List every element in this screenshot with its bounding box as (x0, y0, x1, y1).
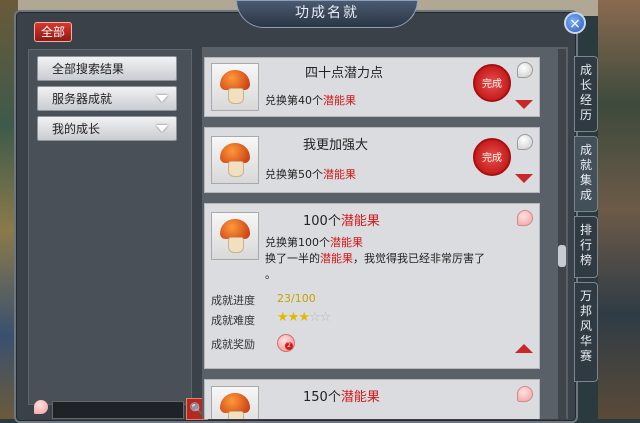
nav-item-label: 我的成长 (52, 122, 101, 136)
progress-value: 23/100 (277, 292, 316, 305)
achievement-card-expanded[interactable]: 100个潜能果 兑换第100个潜能果 换了一半的潜能果，我觉得我已经非常厉害了 … (204, 203, 540, 369)
reward-count-badge: 2 (285, 342, 293, 350)
list-scrollbar[interactable] (558, 49, 566, 419)
achievement-flavor-text: 换了一半的潜能果，我觉得我已经非常厉害了 (265, 252, 485, 265)
nav-item-all-results[interactable]: 全部搜索结果 (37, 56, 177, 81)
all-badge: 全部 (34, 22, 72, 42)
category-nav: 全部搜索结果 服务器成就 我的成长 (28, 49, 192, 405)
expand-arrow-icon[interactable] (515, 100, 533, 109)
tab-wanbang-contest[interactable]: 万邦风华赛 (574, 282, 598, 382)
achievement-card[interactable]: 我更加强大 兑换第50个潜能果 完成 (204, 127, 540, 193)
expand-arrow-icon[interactable] (515, 174, 533, 183)
star-empty-icon: ☆ (319, 310, 332, 325)
star-icon: ★ (277, 310, 289, 325)
game-backdrop-right (598, 0, 640, 419)
star-icon: ★ (287, 310, 300, 325)
achievement-list: 四十点潜力点 兑换第40个潜能果 完成 我更加强大 兑换第50个潜能果 完成 1… (202, 47, 568, 419)
mushroom-icon (211, 386, 259, 419)
close-button[interactable]: × (564, 12, 586, 34)
achievement-desc: 兑换第100个潜能果 (265, 236, 363, 249)
difficulty-label: 成就难度 (211, 314, 255, 327)
reward-label: 成就奖励 (211, 338, 255, 351)
achievement-title: 我更加强大 (303, 138, 369, 153)
peach-icon (517, 386, 533, 402)
nav-item-server-achievements[interactable]: 服务器成就 (37, 86, 177, 111)
achievement-card[interactable]: 150个潜能果 (204, 379, 540, 419)
star-empty-icon: ☆ (308, 310, 321, 325)
completed-seal-icon: 完成 (473, 64, 511, 102)
achievement-title: 150个潜能果 (303, 390, 380, 405)
achievement-window: 功成名就 × 全部 全部搜索结果 服务器成就 我的成长 🔍 四十点潜力点 兑换第… (14, 0, 586, 423)
achievement-title: 100个潜能果 (303, 214, 380, 229)
nav-item-label: 全部搜索结果 (52, 62, 125, 76)
achievement-flavor-text-end: 。 (265, 268, 276, 281)
scrollbar-thumb[interactable] (558, 245, 566, 267)
achievement-title: 四十点潜力点 (305, 66, 384, 81)
achievement-desc: 兑换第40个潜能果 (265, 94, 356, 107)
peach-icon (517, 210, 533, 226)
peach-icon (517, 62, 533, 78)
mushroom-icon (211, 136, 259, 184)
chevron-down-icon (156, 125, 168, 132)
achievement-card[interactable]: 四十点潜力点 兑换第40个潜能果 完成 (204, 57, 540, 117)
difficulty-stars: ★★★☆☆ (277, 310, 332, 325)
mushroom-icon (211, 63, 259, 111)
peach-icon (34, 400, 48, 414)
tab-leaderboard[interactable]: 排行榜 (574, 216, 598, 278)
collapse-arrow-icon[interactable] (515, 344, 533, 353)
star-icon: ★ (298, 310, 310, 325)
achievement-desc: 兑换第50个潜能果 (265, 168, 356, 181)
window-title: 功成名就 (236, 0, 418, 28)
chevron-down-icon (156, 95, 168, 102)
peach-icon (517, 134, 533, 150)
mushroom-icon (211, 212, 259, 260)
tab-growth-history[interactable]: 成长经历 (574, 56, 598, 132)
tab-achievement-collection[interactable]: 成就集成 (574, 136, 598, 212)
search-input[interactable] (52, 401, 184, 419)
nav-item-label: 服务器成就 (52, 92, 113, 106)
nav-item-my-growth[interactable]: 我的成长 (37, 116, 177, 141)
progress-label: 成就进度 (211, 294, 255, 307)
completed-seal-icon: 完成 (473, 138, 511, 176)
